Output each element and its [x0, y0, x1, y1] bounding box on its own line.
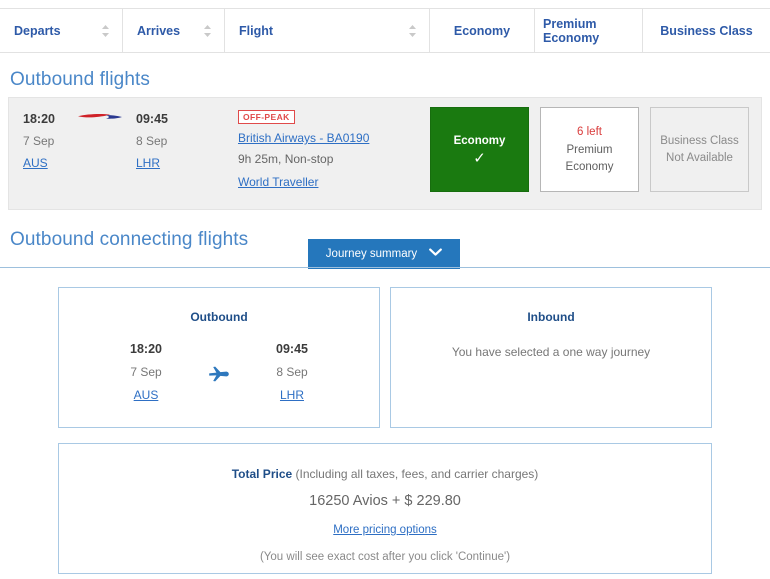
column-header-flight[interactable]: Flight: [225, 9, 430, 52]
outbound-flights-section-title: Outbound flights: [10, 69, 150, 91]
outbound-arrival-time: 09:45: [246, 338, 338, 360]
cabin-option-business-class: Business Class Not Available: [650, 107, 749, 192]
total-price-panel: Total Price (Including all taxes, fees, …: [58, 443, 712, 574]
total-price-title: Total Price (Including all taxes, fees, …: [59, 467, 711, 481]
outbound-arrival-airport: LHR: [246, 384, 338, 406]
cabin-name-link[interactable]: World Traveller: [238, 175, 318, 189]
total-price-note: (You will see exact cost after you click…: [59, 551, 711, 563]
inbound-panel-message: You have selected a one way journey: [391, 345, 711, 359]
column-header-arrives[interactable]: Arrives: [123, 9, 225, 52]
check-icon: ✓: [473, 151, 486, 167]
departure-airport-link[interactable]: AUS: [23, 156, 48, 170]
outbound-departure-date: 7 Sep: [100, 360, 192, 384]
outbound-departure-block: 18:20 7 Sep AUS: [100, 338, 192, 406]
journey-summary-inbound-panel: Inbound You have selected a one way jour…: [390, 287, 712, 428]
more-pricing-options: More pricing options: [59, 522, 711, 536]
cabin-selection-group: Economy ✓ 6 left Premium Economy Busines…: [426, 98, 761, 192]
duration-stops-text: 9h 25m, Non-stop: [238, 149, 426, 170]
arrival-airport-link[interactable]: LHR: [136, 156, 160, 170]
sort-updown-icon[interactable]: [203, 24, 212, 38]
section-divider: [0, 267, 770, 268]
departure-date: 7 Sep: [23, 130, 124, 152]
cabin-option-business-class-label: Business Class: [660, 133, 739, 150]
outbound-arrival-block: 09:45 8 Sep LHR: [246, 338, 338, 406]
flight-result-row: 18:20 7 Sep AUS 09:45 8 Sep LHR OFF-PEAK…: [8, 97, 762, 210]
outbound-departure-airport: AUS: [100, 384, 192, 406]
sort-updown-icon[interactable]: [408, 24, 417, 38]
inbound-panel-heading: Inbound: [391, 310, 711, 324]
cabin-option-economy-label: Economy: [454, 133, 506, 150]
total-price-subtext: (Including all taxes, fees, and carrier …: [292, 467, 538, 481]
column-header-premium-economy: Premium Economy: [535, 9, 643, 52]
off-peak-badge: OFF-PEAK: [238, 110, 295, 124]
arrival-time: 09:45: [136, 109, 226, 130]
outbound-connecting-flights-section-title: Outbound connecting flights: [10, 229, 248, 251]
column-header-business-class-label: Business Class: [660, 24, 752, 38]
outbound-arrival-date: 8 Sep: [246, 360, 338, 384]
column-header-flight-label: Flight: [239, 24, 273, 38]
outbound-departure-time: 18:20: [100, 338, 192, 360]
journey-summary-button-label: Journey summary: [326, 248, 417, 260]
journey-summary-button[interactable]: Journey summary: [308, 239, 460, 269]
total-price-amount: 16250 Avios + $ 229.80: [59, 493, 711, 509]
arrival-date: 8 Sep: [136, 130, 226, 152]
cabin-option-premium-economy-label: Premium Economy: [541, 142, 638, 176]
cabin-option-premium-economy[interactable]: 6 left Premium Economy: [540, 107, 639, 192]
column-header-arrives-label: Arrives: [137, 24, 180, 38]
journey-summary-outbound-panel: Outbound 18:20 7 Sep AUS 09:45 8 Sep LHR: [58, 287, 380, 428]
outbound-departure-airport-link[interactable]: AUS: [134, 388, 159, 402]
cabin-name-line: World Traveller: [238, 172, 426, 193]
outbound-panel-heading: Outbound: [59, 310, 379, 324]
business-class-status: Not Available: [666, 150, 733, 167]
premium-economy-seats-left: 6 left: [577, 123, 602, 142]
column-header-economy: Economy: [430, 9, 535, 52]
chevron-down-icon: [429, 248, 442, 260]
flight-results-table-header: Departs Arrives Flight Economy: [0, 8, 770, 53]
total-price-label: Total Price: [232, 467, 292, 481]
column-header-departs-label: Departs: [14, 24, 61, 38]
departure-airport: AUS: [23, 152, 124, 174]
arrival-airport: LHR: [136, 152, 226, 174]
column-header-economy-label: Economy: [454, 24, 510, 38]
carrier-flight-number-link[interactable]: British Airways - BA0190: [238, 131, 369, 145]
column-header-departs[interactable]: Departs: [0, 9, 123, 52]
sort-updown-icon[interactable]: [101, 24, 110, 38]
cabin-option-economy[interactable]: Economy ✓: [430, 107, 529, 192]
british-airways-speedmarque-icon: [77, 110, 123, 124]
column-header-business-class: Business Class: [643, 9, 770, 52]
carrier-line: British Airways - BA0190: [238, 128, 426, 149]
flight-arrival-cell: 09:45 8 Sep LHR: [124, 98, 226, 174]
more-pricing-options-link[interactable]: More pricing options: [333, 524, 437, 536]
airplane-icon: [192, 338, 246, 390]
flight-details-cell: OFF-PEAK British Airways - BA0190 9h 25m…: [226, 98, 426, 193]
outbound-leg-grid: 18:20 7 Sep AUS 09:45 8 Sep LHR: [59, 338, 379, 406]
flight-departure-cell: 18:20 7 Sep AUS: [9, 98, 124, 174]
column-header-premium-economy-label: Premium Economy: [543, 17, 634, 45]
outbound-arrival-airport-link[interactable]: LHR: [280, 388, 304, 402]
